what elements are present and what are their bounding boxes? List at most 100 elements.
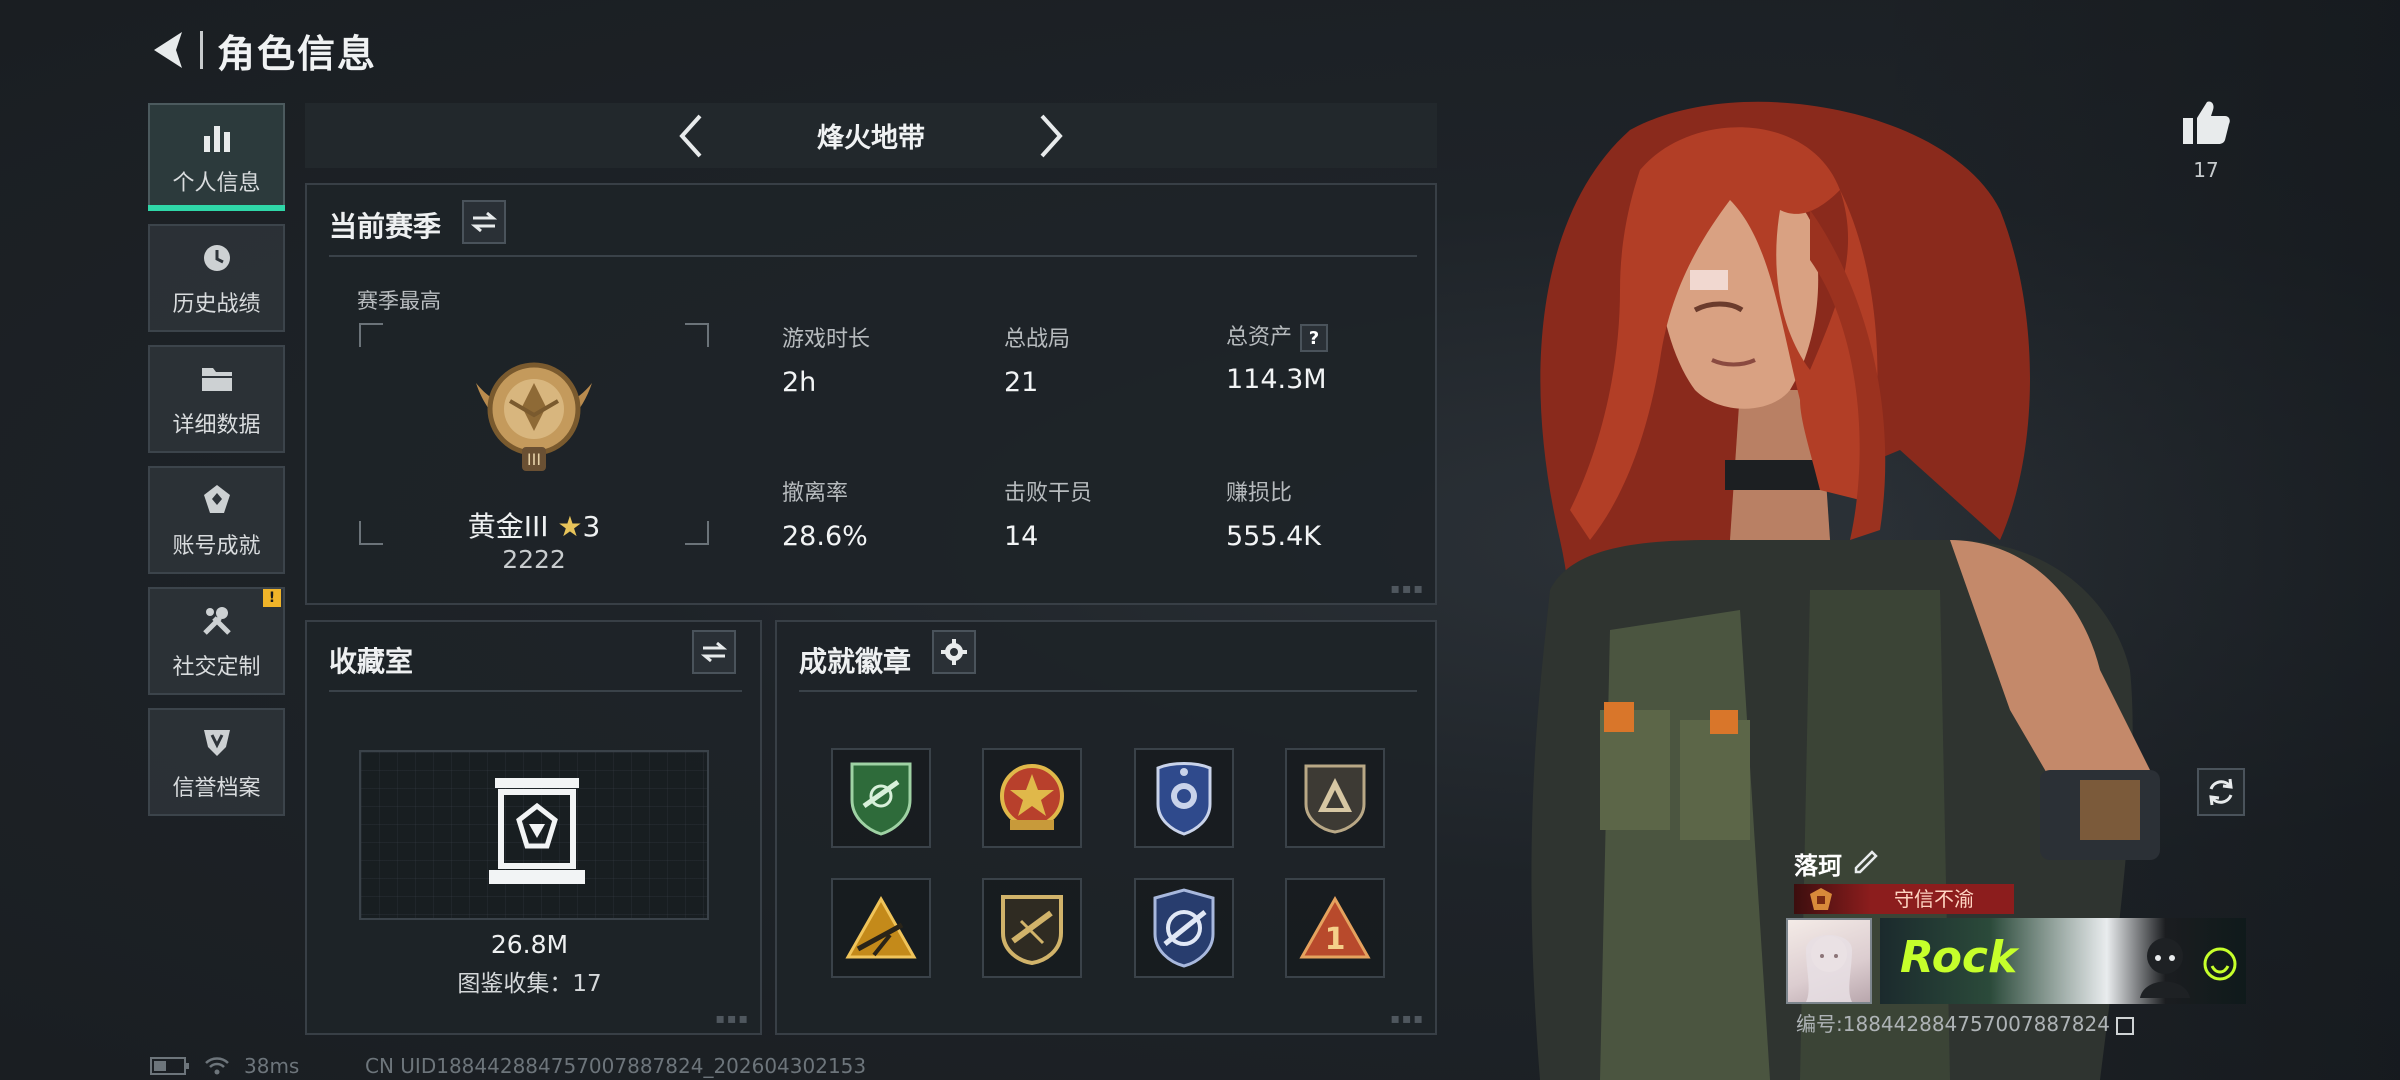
rank-stars: 3 <box>582 510 601 543</box>
badge-slot[interactable] <box>831 878 931 978</box>
badges-title: 成就徽章 <box>799 645 912 678</box>
divider <box>329 690 742 692</box>
sidebar-item-label: 账号成就 <box>172 534 261 559</box>
corner-decoration: ▪▪▪ <box>715 1011 750 1027</box>
gold-rank-emblem-icon: III <box>476 362 592 471</box>
collection-count-value: 17 <box>572 971 602 997</box>
sidebar-item-history[interactable]: 历史战绩 <box>148 224 285 332</box>
folder-icon <box>197 359 237 399</box>
back-arrow-icon[interactable] <box>148 26 192 74</box>
stat-label: 撤离率 <box>782 481 849 506</box>
badge-settings-button[interactable] <box>932 630 976 674</box>
player-id-label: 编号: <box>1796 1012 1843 1036</box>
player-name: 落珂 <box>1794 852 1842 880</box>
sidebar-item-label: 详细数据 <box>172 413 261 438</box>
season-panel: 当前赛季 赛季最高 III 黄金III ★3 2222 游戏时长 2h 总战局 … <box>305 183 1437 605</box>
gold-rifle-badge-icon <box>1001 895 1063 965</box>
thumbs-up-icon <box>2183 101 2230 144</box>
collection-display[interactable] <box>359 750 709 920</box>
player-title: 守信不渝 <box>1894 887 1974 911</box>
rank-score: 2222 <box>502 545 566 574</box>
tools-icon <box>197 601 237 641</box>
edit-pencil-icon[interactable] <box>1852 846 1882 876</box>
number-one-badge-icon: 1 <box>1299 895 1371 959</box>
collection-value: 26.8M <box>490 930 569 959</box>
stat-extraction-rate: 撤离率 28.6% <box>782 475 868 552</box>
chevron-right-icon[interactable] <box>1021 106 1081 166</box>
copy-icon[interactable] <box>2115 1016 2134 1035</box>
help-icon[interactable]: ? <box>1300 324 1329 352</box>
stat-label: 游戏时长 <box>782 327 871 352</box>
stat-label: 总资产 <box>1226 325 1293 350</box>
sidebar-item-label: 个人信息 <box>172 171 261 196</box>
stat-profit-loss-ratio: 赚损比 555.4K <box>1226 475 1321 552</box>
stat-value: 28.6% <box>782 521 868 552</box>
banner-figure-icon <box>2140 938 2190 998</box>
collection-panel[interactable]: 收藏室 26.8M 图鉴收集：17 ▪▪▪ <box>305 620 762 1035</box>
switch-season-button[interactable] <box>462 200 506 244</box>
rotate-model-button[interactable] <box>2197 768 2245 816</box>
stat-value: 21 <box>1004 367 1039 398</box>
gold-triangle-badge-icon <box>845 895 917 959</box>
stat-value: 14 <box>1004 521 1039 552</box>
player-id-line: 编号:188442884757007887824 <box>1796 1008 2134 1037</box>
like-button[interactable]: 17 <box>2178 98 2234 182</box>
achievement-icon <box>197 480 237 520</box>
player-title-bar[interactable]: 守信不渝 <box>1794 884 2014 914</box>
profile-banner[interactable]: Rock <box>1880 918 2246 1004</box>
svg-text:III: III <box>527 450 541 469</box>
rank-tier: 黄金III <box>467 510 549 543</box>
mode-selector: 烽火地带 <box>305 103 1437 168</box>
stat-label-row: 总资产? <box>1226 319 1329 352</box>
star-medal-badge-icon <box>1000 764 1064 830</box>
sidebar-nav: 个人信息 历史战绩 详细数据 账号成就 社交定制 ! 信誉档案 <box>148 103 285 829</box>
swap-icon <box>471 211 497 233</box>
collection-count: 图鉴收集：17 <box>307 964 752 998</box>
corner-decoration: ▪▪▪ <box>1390 581 1425 597</box>
badge-slot[interactable]: 1 <box>1285 878 1385 978</box>
corner-decoration: ▪▪▪ <box>1390 1011 1425 1027</box>
stat-label: 击败干员 <box>1004 481 1093 506</box>
collection-count-label: 图鉴收集： <box>457 971 573 997</box>
sidebar-item-detailed-data[interactable]: 详细数据 <box>148 345 285 453</box>
sidebar-item-reputation[interactable]: 信誉档案 <box>148 708 285 816</box>
avatar[interactable] <box>1786 918 1872 1004</box>
stat-total-assets: 总资产? 114.3M <box>1226 319 1329 395</box>
blue-police-badge-icon <box>1156 762 1212 836</box>
season-best-label: 赛季最高 <box>357 289 441 313</box>
divider <box>799 690 1417 692</box>
swap-icon <box>701 641 727 663</box>
badge-slot[interactable] <box>1134 748 1234 848</box>
stat-value: 555.4K <box>1226 521 1322 552</box>
sidebar-item-social-custom[interactable]: 社交定制 ! <box>148 587 285 695</box>
stat-value: 114.3M <box>1226 364 1327 395</box>
sidebar-item-achievements[interactable]: 账号成就 <box>148 466 285 574</box>
badge-slot[interactable] <box>1134 878 1234 978</box>
switch-collection-button[interactable] <box>692 630 736 674</box>
uid-text: CN UID188442884757007887824_202604302153 <box>365 1054 867 1078</box>
mode-title: 烽火地带 <box>817 123 925 154</box>
badge-slot[interactable] <box>982 748 1082 848</box>
svg-text:1: 1 <box>1325 922 1346 957</box>
triangle-shield-badge-icon <box>1304 764 1366 834</box>
battery-icon <box>150 1057 189 1075</box>
smiley-icon <box>2203 947 2237 981</box>
badge-slot[interactable] <box>982 878 1082 978</box>
refresh-icon <box>2209 778 2233 806</box>
badge-slot[interactable] <box>1285 748 1385 848</box>
badge-slot[interactable] <box>831 748 931 848</box>
shield-emblem-icon <box>197 722 237 762</box>
history-icon <box>197 238 237 278</box>
stat-operators-defeated: 击败干员 14 <box>1004 475 1092 552</box>
divider <box>329 255 1417 257</box>
green-shield-badge-icon <box>850 762 912 836</box>
sidebar-item-personal-info[interactable]: 个人信息 <box>148 103 285 211</box>
header-divider <box>200 31 203 69</box>
stat-play-time: 游戏时长 2h <box>782 321 870 398</box>
notification-badge: ! <box>263 589 281 607</box>
sidebar-item-label: 信誉档案 <box>172 776 261 801</box>
title-emblem-icon <box>1810 888 1832 910</box>
status-bar: 38ms <box>150 1054 299 1078</box>
chevron-left-icon[interactable] <box>661 106 721 166</box>
header: 角色信息 <box>148 22 377 78</box>
